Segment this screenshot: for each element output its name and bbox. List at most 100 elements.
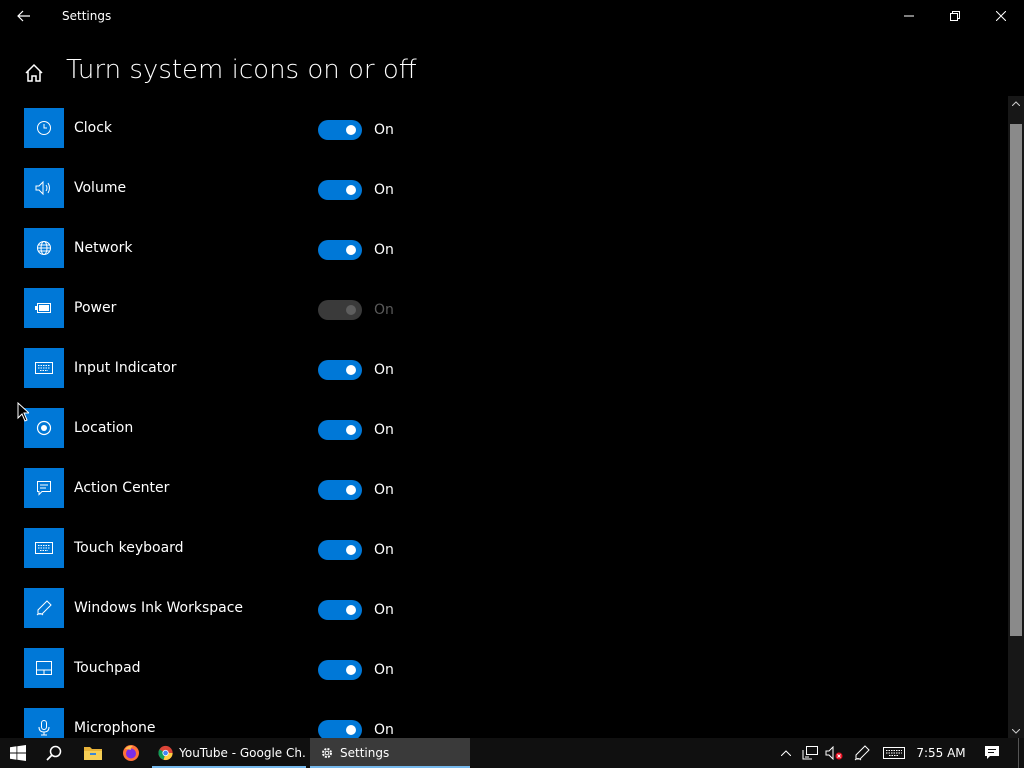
toggle-state: On xyxy=(374,602,394,618)
vertical-scrollbar[interactable] xyxy=(1008,96,1024,738)
microphone-toggle[interactable] xyxy=(318,720,362,738)
back-button[interactable] xyxy=(8,0,40,32)
scroll-down-button[interactable] xyxy=(1008,724,1024,738)
show-desktop-button[interactable] xyxy=(1018,738,1024,768)
item-label: Touch keyboard xyxy=(74,540,184,556)
scroll-up-button[interactable] xyxy=(1008,96,1024,110)
volume-tray-button[interactable] xyxy=(822,738,846,768)
taskbar-app-settings[interactable]: Settings xyxy=(310,738,470,768)
windows-ink-workspace-toggle[interactable] xyxy=(318,600,362,620)
action-center-toggle[interactable] xyxy=(318,480,362,500)
network-globe-icon xyxy=(24,228,64,268)
list-item-location: Location On xyxy=(0,398,1004,458)
input-indicator-toggle[interactable] xyxy=(318,360,362,380)
taskbar-app-label: Settings xyxy=(340,746,390,760)
list-item-windows-ink-workspace: Windows Ink Workspace On xyxy=(0,578,1004,638)
window-title: Settings xyxy=(62,9,112,23)
action-center-button[interactable] xyxy=(980,738,1004,768)
touch-keyboard-icon xyxy=(24,528,64,568)
list-item-network: Network On xyxy=(0,218,1004,278)
clock-icon xyxy=(24,108,64,148)
back-arrow-icon xyxy=(17,10,30,22)
network-ethernet-icon xyxy=(802,746,818,760)
item-label: Clock xyxy=(74,120,113,136)
firefox-button[interactable] xyxy=(112,738,150,768)
toggle-state: On xyxy=(374,722,394,738)
list-item-volume: Volume On xyxy=(0,158,1004,218)
network-toggle[interactable] xyxy=(318,240,362,260)
search-icon xyxy=(46,745,62,761)
touchpad-toggle[interactable] xyxy=(318,660,362,680)
taskbar-app-chrome[interactable]: YouTube - Google Ch... xyxy=(152,738,306,768)
touch-keyboard-tray-button[interactable] xyxy=(880,738,908,768)
clock-toggle[interactable] xyxy=(318,120,362,140)
pen-icon xyxy=(24,588,64,628)
item-label: Microphone xyxy=(74,720,156,736)
windows-logo-icon xyxy=(10,745,26,761)
toggle-state: On xyxy=(374,362,394,378)
list-item-power: Power On xyxy=(0,278,1004,338)
touch-keyboard-toggle[interactable] xyxy=(318,540,362,560)
list-item-action-center: Action Center On xyxy=(0,458,1004,518)
close-icon xyxy=(996,11,1006,21)
title-bar: Settings xyxy=(0,0,1024,32)
volume-toggle[interactable] xyxy=(318,180,362,200)
item-label: Location xyxy=(74,420,134,436)
minimize-button[interactable] xyxy=(886,0,932,32)
notification-icon xyxy=(985,746,999,759)
power-toggle xyxy=(318,300,362,320)
keyboard-icon xyxy=(883,747,905,759)
item-label: Touchpad xyxy=(74,660,141,676)
keyboard-icon xyxy=(24,348,64,388)
taskbar: YouTube - Google Ch... Settings 7:55 AM xyxy=(0,738,1024,768)
toggle-state: On xyxy=(374,422,394,438)
list-item-touchpad: Touchpad On xyxy=(0,638,1004,698)
system-icons-list: Clock On Volume On Network On Power On I… xyxy=(0,98,1004,738)
list-item-input-indicator: Input Indicator On xyxy=(0,338,1004,398)
toggle-state: On xyxy=(374,542,394,558)
action-center-icon xyxy=(24,468,64,508)
folder-icon xyxy=(84,747,102,760)
home-button[interactable] xyxy=(20,58,48,88)
item-label: Action Center xyxy=(74,480,170,496)
volume-muted-icon xyxy=(825,746,843,760)
minimize-icon xyxy=(904,15,914,17)
start-button[interactable] xyxy=(0,738,36,768)
toggle-state: On xyxy=(374,302,394,318)
restore-icon xyxy=(950,11,960,21)
restore-button[interactable] xyxy=(932,0,978,32)
page-title: Turn system icons on or off xyxy=(66,55,417,85)
pen-icon xyxy=(854,745,870,761)
close-button[interactable] xyxy=(978,0,1024,32)
search-button[interactable] xyxy=(36,738,72,768)
toggle-state: On xyxy=(374,242,394,258)
mouse-cursor-icon xyxy=(17,402,29,422)
item-label: Input Indicator xyxy=(74,360,177,376)
network-tray-button[interactable] xyxy=(798,738,822,768)
toggle-state: On xyxy=(374,122,394,138)
windows-ink-tray-button[interactable] xyxy=(850,738,874,768)
toggle-state: On xyxy=(374,482,394,498)
chrome-icon xyxy=(158,745,173,761)
file-explorer-button[interactable] xyxy=(74,738,112,768)
location-toggle[interactable] xyxy=(318,420,362,440)
list-item-touch-keyboard: Touch keyboard On xyxy=(0,518,1004,578)
toggle-state: On xyxy=(374,662,394,678)
volume-icon xyxy=(24,168,64,208)
home-icon xyxy=(25,63,43,82)
show-hidden-icons-button[interactable] xyxy=(774,738,798,768)
scroll-thumb[interactable] xyxy=(1010,124,1022,636)
location-target-icon xyxy=(24,408,64,448)
battery-icon xyxy=(24,288,64,328)
toggle-state: On xyxy=(374,182,394,198)
taskbar-clock[interactable]: 7:55 AM xyxy=(912,738,970,768)
chevron-up-icon xyxy=(781,750,791,756)
gear-icon xyxy=(322,748,332,758)
item-label: Power xyxy=(74,300,117,316)
item-label: Volume xyxy=(74,180,127,196)
touchpad-icon xyxy=(24,648,64,688)
chevron-up-icon xyxy=(1012,100,1020,106)
taskbar-app-label: YouTube - Google Ch... xyxy=(179,746,306,760)
list-item-microphone: Microphone On xyxy=(0,698,1004,738)
chevron-down-icon xyxy=(1012,728,1020,734)
